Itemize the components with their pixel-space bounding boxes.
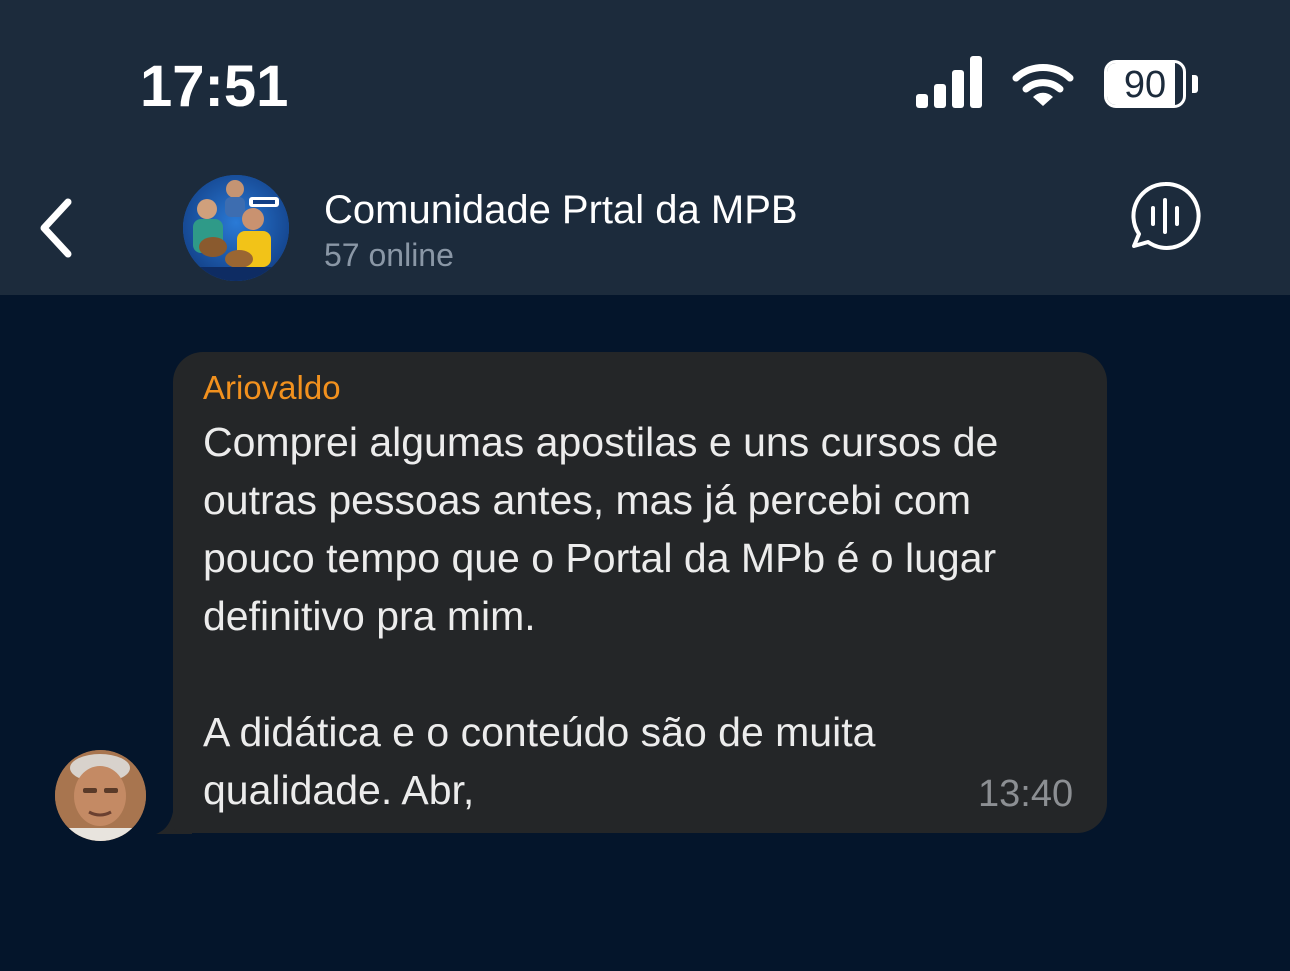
message-text-line: outras pessoas antes, mas já percebi com [203, 477, 971, 523]
chat-header: 17:51 90 Comunidade Prtal da MPB 57 onli… [0, 0, 1290, 295]
back-button[interactable] [26, 190, 86, 266]
status-bar-time: 17:51 [140, 54, 289, 119]
chevron-left-icon [40, 198, 72, 258]
message-text-line: definitivo pra mim. [203, 593, 536, 639]
group-avatar[interactable] [183, 175, 289, 281]
chat-title[interactable]: Comunidade Prtal da MPB [324, 186, 798, 234]
battery-tip [1192, 75, 1198, 93]
voice-chat-button[interactable] [1128, 180, 1202, 252]
message-sender[interactable]: Ariovaldo [203, 368, 341, 408]
battery-body: 90 [1104, 60, 1186, 108]
battery-level-text: 90 [1123, 64, 1167, 106]
signal-bars-icon [916, 56, 982, 108]
message-text-line: pouco tempo que o Portal da MPb é o luga… [203, 535, 997, 581]
voice-chat-icon [1131, 181, 1201, 250]
wifi-icon [1012, 64, 1074, 106]
sender-avatar-image [55, 750, 146, 841]
message-text-line: qualidade. Abr, [203, 767, 475, 813]
message-text-line: Comprei algumas apostilas e uns cursos d… [203, 419, 999, 465]
message-timestamp: 13:40 [978, 773, 1074, 815]
message-text-line: A didática e o conteúdo são de muita [203, 709, 876, 755]
sender-avatar[interactable] [55, 750, 146, 841]
online-count: 57 online [324, 237, 454, 273]
group-avatar-image [183, 175, 289, 281]
battery-indicator: 90 [1104, 60, 1200, 112]
